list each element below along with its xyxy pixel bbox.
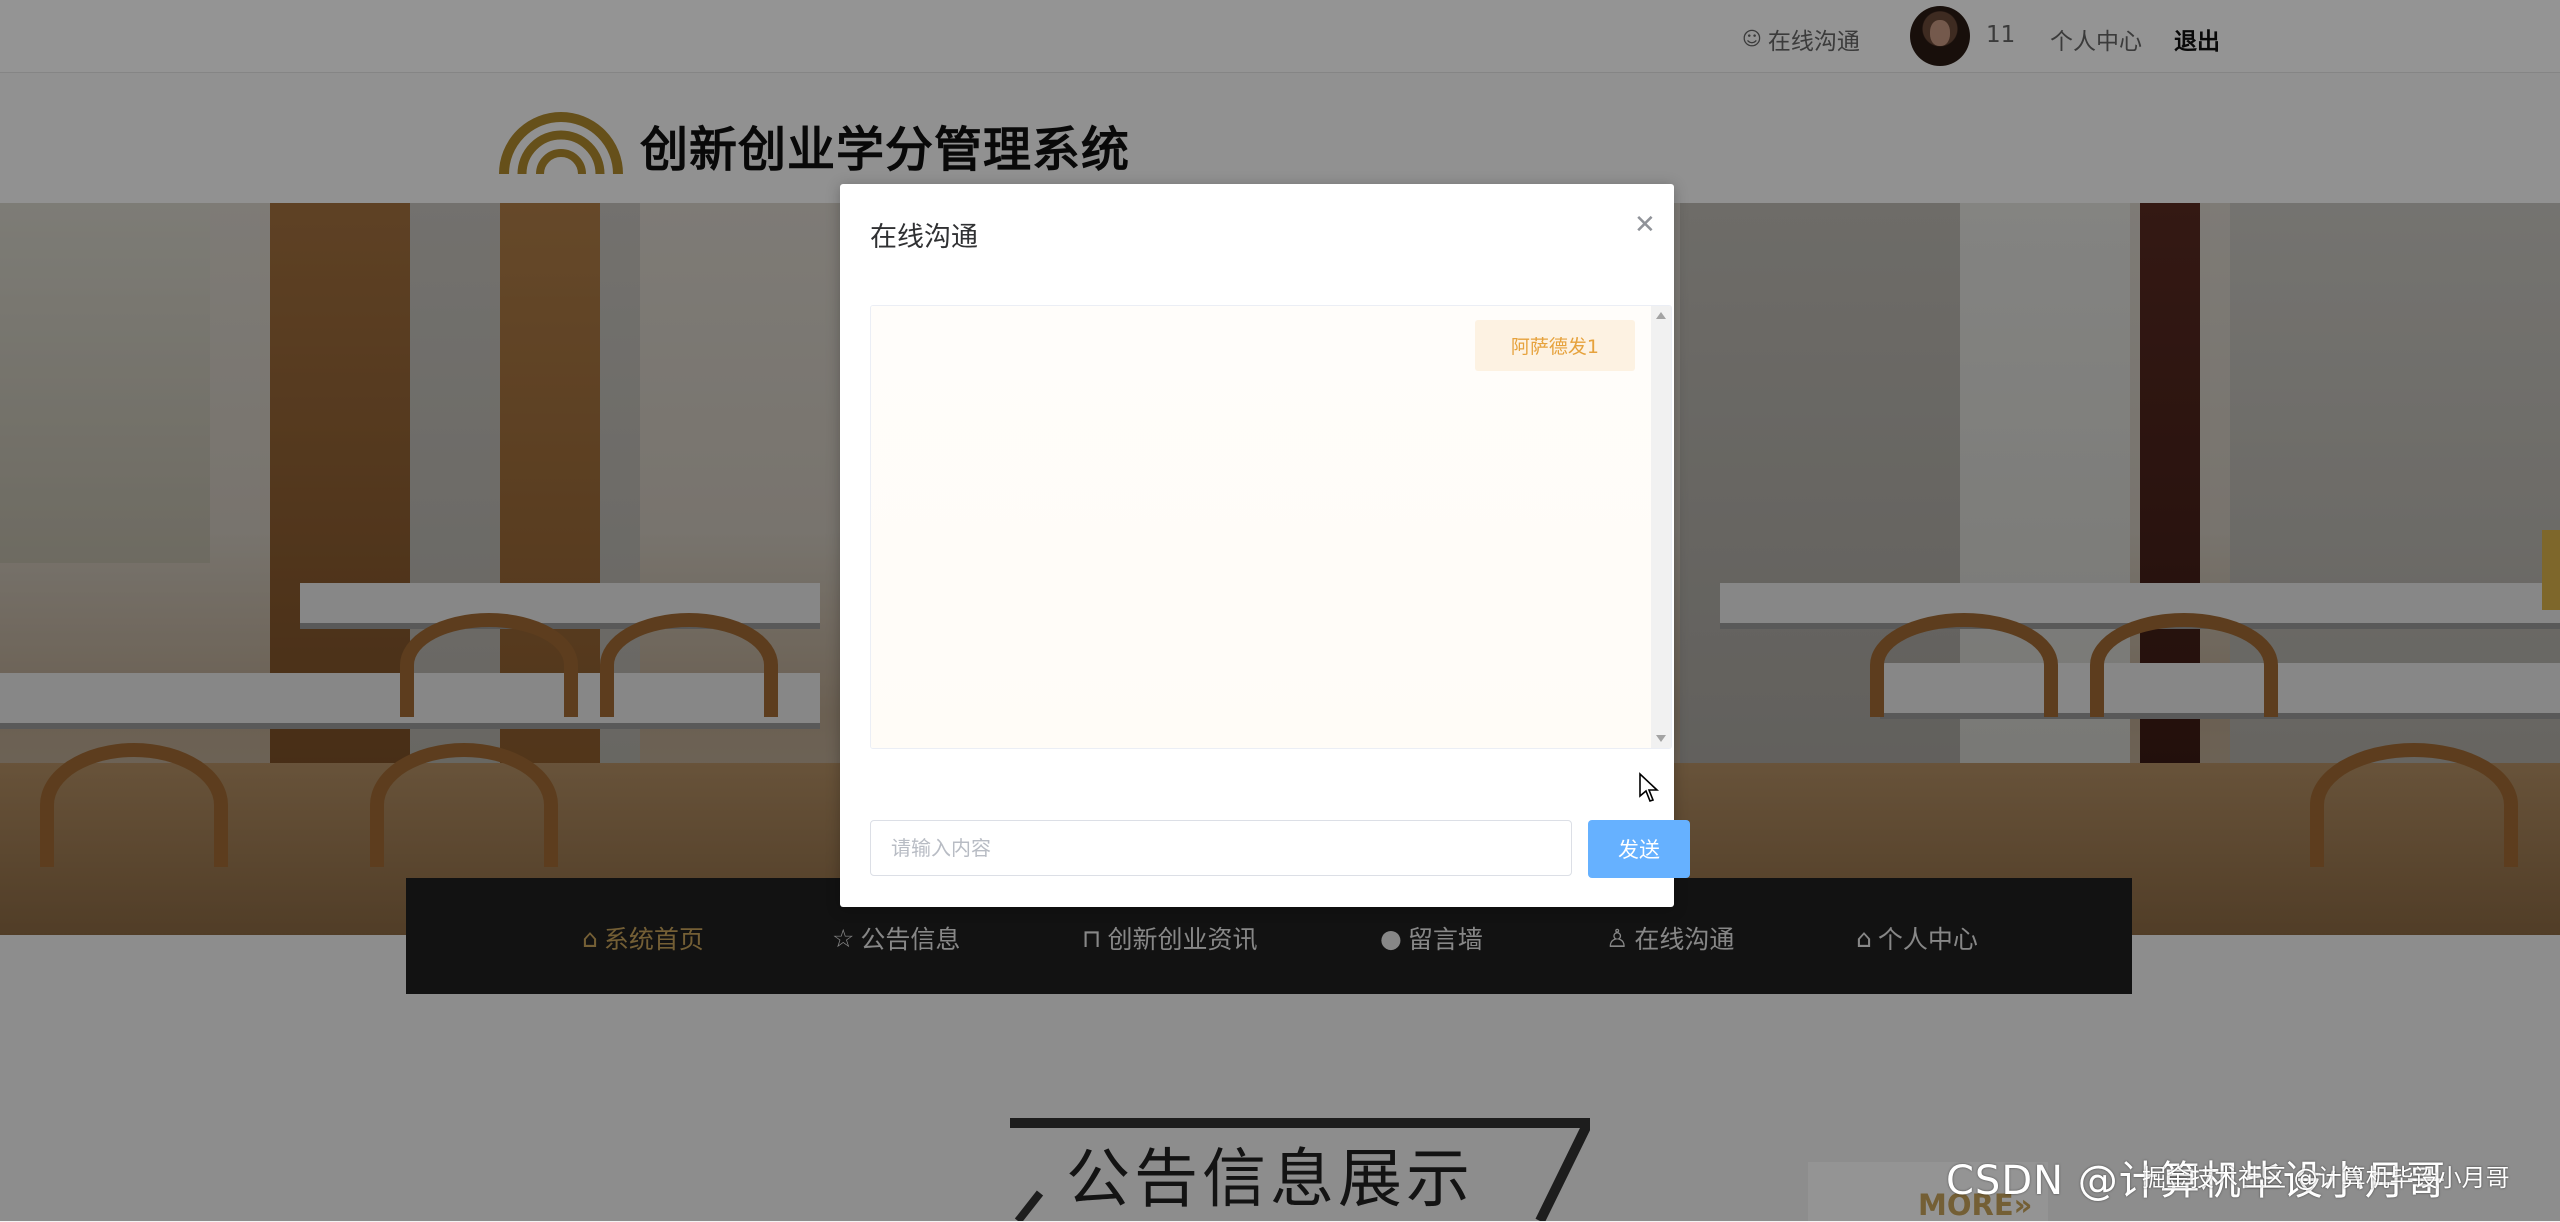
dialog-title: 在线沟通 [870,222,978,253]
chat-messages[interactable]: 阿萨德发1 [870,305,1672,749]
send-button[interactable]: 发送 [1588,820,1690,878]
chat-scrollbar[interactable] [1651,306,1671,748]
close-icon[interactable]: ✕ [1634,210,1656,240]
chat-message-list: 阿萨德发1 [871,306,1651,748]
mouse-cursor-icon [1639,772,1660,802]
chat-dialog: 在线沟通 ✕ 阿萨德发1 发送 [840,184,1690,907]
message-input[interactable] [870,820,1572,876]
chat-bubble-right: 阿萨德发1 [1474,320,1635,371]
scroll-down-icon[interactable] [1656,735,1666,742]
scroll-up-icon[interactable] [1656,312,1666,319]
watermark-small: 掘金技术社区 @计算机毕设小月哥 [2142,1164,2510,1192]
